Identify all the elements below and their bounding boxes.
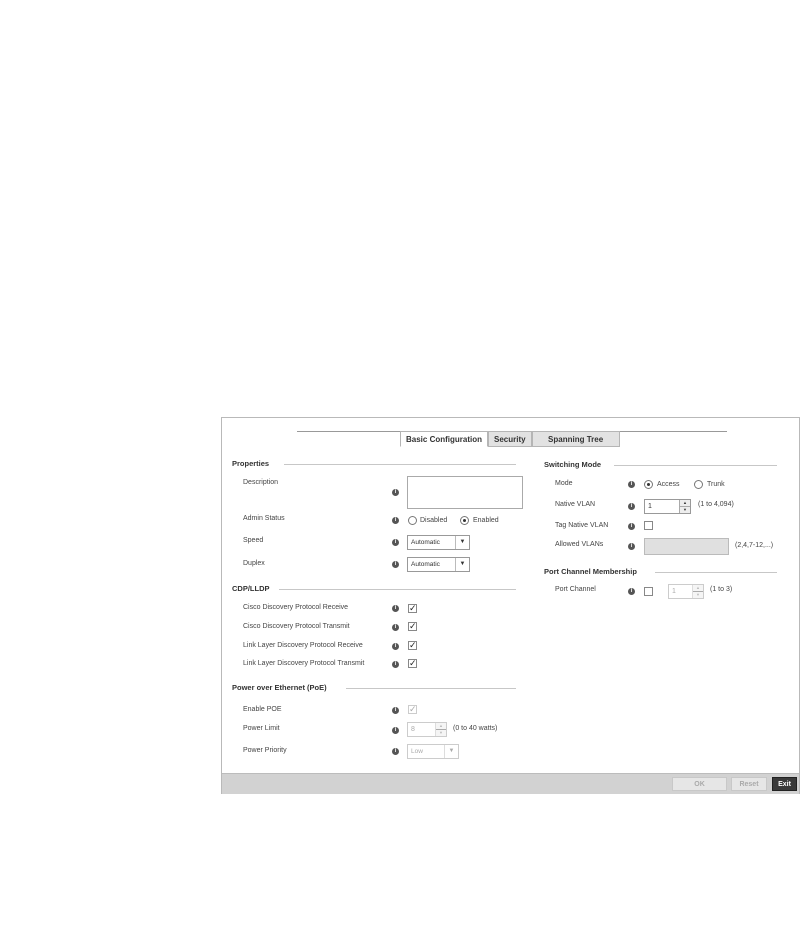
mode-trunk-label: Trunk [707, 481, 725, 488]
cdp-lldp-title: CDP/LLDP [232, 584, 270, 593]
poe-title: Power over Ethernet (PoE) [232, 683, 327, 692]
native-vlan-stepper-buttons[interactable]: ▲ ▼ [679, 500, 690, 513]
allowed-vlans-hint: (2,4,7-12,...) [735, 542, 774, 549]
cdp-receive-label: Cisco Discovery Protocol Receive [243, 604, 349, 611]
poe-divider [346, 688, 516, 689]
description-field[interactable] [407, 476, 523, 509]
duplex-label: Duplex [243, 560, 265, 567]
speed-select[interactable]: Automatic ▼ [407, 535, 470, 550]
chevron-down-icon[interactable]: ▼ [455, 536, 469, 549]
port-channel-value: 1 [672, 588, 676, 595]
port-channel-divider [655, 572, 777, 573]
tab-spanning-tree[interactable]: Spanning Tree [531, 431, 620, 447]
info-icon[interactable]: i [392, 517, 399, 524]
info-icon[interactable]: i [392, 661, 399, 668]
power-limit-hint: (0 to 40 watts) [453, 725, 498, 732]
chevron-down-icon[interactable]: ▼ [680, 507, 690, 513]
allowed-vlans-label: Allowed VLANs [555, 541, 604, 548]
cdp-transmit-checkbox[interactable]: ✓ [408, 622, 417, 631]
exit-button[interactable]: Exit [772, 777, 797, 791]
chevron-down-icon[interactable]: ▼ [444, 745, 458, 758]
port-channel-stepper-buttons[interactable]: ▲ ▼ [692, 585, 703, 598]
duplex-select[interactable]: Automatic ▼ [407, 557, 470, 572]
admin-status-disabled-label: Disabled [420, 517, 448, 524]
info-icon[interactable]: i [628, 588, 635, 595]
mode-label: Mode [555, 480, 573, 487]
reset-button[interactable]: Reset [731, 777, 767, 791]
power-limit-label: Power Limit [243, 725, 280, 732]
lldp-transmit-checkbox[interactable]: ✓ [408, 659, 417, 668]
switching-mode-title: Switching Mode [544, 460, 602, 469]
power-limit-stepper-buttons[interactable]: ▲ ▼ [435, 723, 446, 736]
cdp-transmit-label: Cisco Discovery Protocol Transmit [243, 623, 350, 630]
power-priority-value: Low [411, 748, 423, 755]
info-icon[interactable]: i [628, 523, 635, 530]
duplex-select-value: Automatic [411, 561, 440, 568]
mode-access-radio[interactable] [644, 480, 653, 489]
footer-bar: OK Reset Exit [222, 773, 799, 794]
port-channel-stepper[interactable]: 1 ▲ ▼ [668, 584, 704, 599]
port-channel-label: Port Channel [555, 586, 596, 593]
enable-poe-checkbox[interactable]: ✓ [408, 705, 417, 714]
native-vlan-hint: (1 to 4,094) [698, 501, 734, 508]
tag-native-vlan-checkbox[interactable] [644, 521, 653, 530]
port-channel-hint: (1 to 3) [710, 586, 733, 593]
info-icon[interactable]: i [392, 605, 399, 612]
mode-trunk-radio[interactable] [694, 480, 703, 489]
port-channel-title: Port Channel Membership [544, 567, 637, 576]
info-icon[interactable]: i [628, 503, 635, 510]
native-vlan-stepper[interactable]: 1 ▲ ▼ [644, 499, 691, 514]
chevron-down-icon[interactable]: ▼ [693, 592, 703, 598]
info-icon[interactable]: i [392, 727, 399, 734]
power-limit-stepper[interactable]: 8 ▲ ▼ [407, 722, 447, 737]
speed-label: Speed [243, 537, 264, 544]
tab-bar: Basic Configuration Security Spanning Tr… [400, 431, 620, 447]
info-icon[interactable]: i [628, 481, 635, 488]
mode-access-label: Access [657, 481, 680, 488]
tag-native-vlan-label: Tag Native VLAN [555, 522, 609, 529]
switching-mode-divider [614, 465, 777, 466]
admin-status-enabled-label: Enabled [473, 517, 499, 524]
native-vlan-label: Native VLAN [555, 501, 596, 508]
ok-button[interactable]: OK [672, 777, 727, 791]
admin-status-disabled-radio[interactable] [408, 516, 417, 525]
port-configuration-panel: Basic Configuration Security Spanning Tr… [221, 417, 800, 794]
info-icon[interactable]: i [392, 707, 399, 714]
admin-status-label: Admin Status [243, 515, 285, 522]
info-icon[interactable]: i [392, 624, 399, 631]
chevron-down-icon[interactable]: ▼ [436, 730, 446, 736]
power-priority-label: Power Priority [243, 747, 287, 754]
tab-security[interactable]: Security [488, 431, 532, 447]
cdp-receive-checkbox[interactable]: ✓ [408, 604, 417, 613]
power-limit-value: 8 [411, 726, 415, 733]
native-vlan-value: 1 [648, 503, 652, 510]
lldp-receive-checkbox[interactable]: ✓ [408, 641, 417, 650]
power-priority-select[interactable]: Low ▼ [407, 744, 459, 759]
chevron-up-icon[interactable]: ▲ [680, 500, 690, 507]
properties-divider [284, 464, 516, 465]
info-icon[interactable]: i [392, 748, 399, 755]
speed-select-value: Automatic [411, 539, 440, 546]
info-icon[interactable]: i [628, 543, 635, 550]
enable-poe-label: Enable POE [243, 706, 282, 713]
description-label: Description [243, 479, 279, 486]
chevron-up-icon[interactable]: ▲ [436, 723, 446, 730]
info-icon[interactable]: i [392, 643, 399, 650]
admin-status-enabled-radio[interactable] [460, 516, 469, 525]
port-channel-checkbox[interactable] [644, 587, 653, 596]
properties-title: Properties [232, 459, 270, 468]
allowed-vlans-field[interactable] [644, 538, 729, 555]
chevron-up-icon[interactable]: ▲ [693, 585, 703, 592]
lldp-transmit-label: Link Layer Discovery Protocol Transmit [243, 660, 365, 667]
chevron-down-icon[interactable]: ▼ [455, 558, 469, 571]
info-icon[interactable]: i [392, 489, 399, 496]
cdp-lldp-divider [279, 589, 516, 590]
tab-basic-configuration[interactable]: Basic Configuration [400, 431, 489, 447]
lldp-receive-label: Link Layer Discovery Protocol Receive [243, 642, 363, 649]
info-icon[interactable]: i [392, 561, 399, 568]
info-icon[interactable]: i [392, 539, 399, 546]
